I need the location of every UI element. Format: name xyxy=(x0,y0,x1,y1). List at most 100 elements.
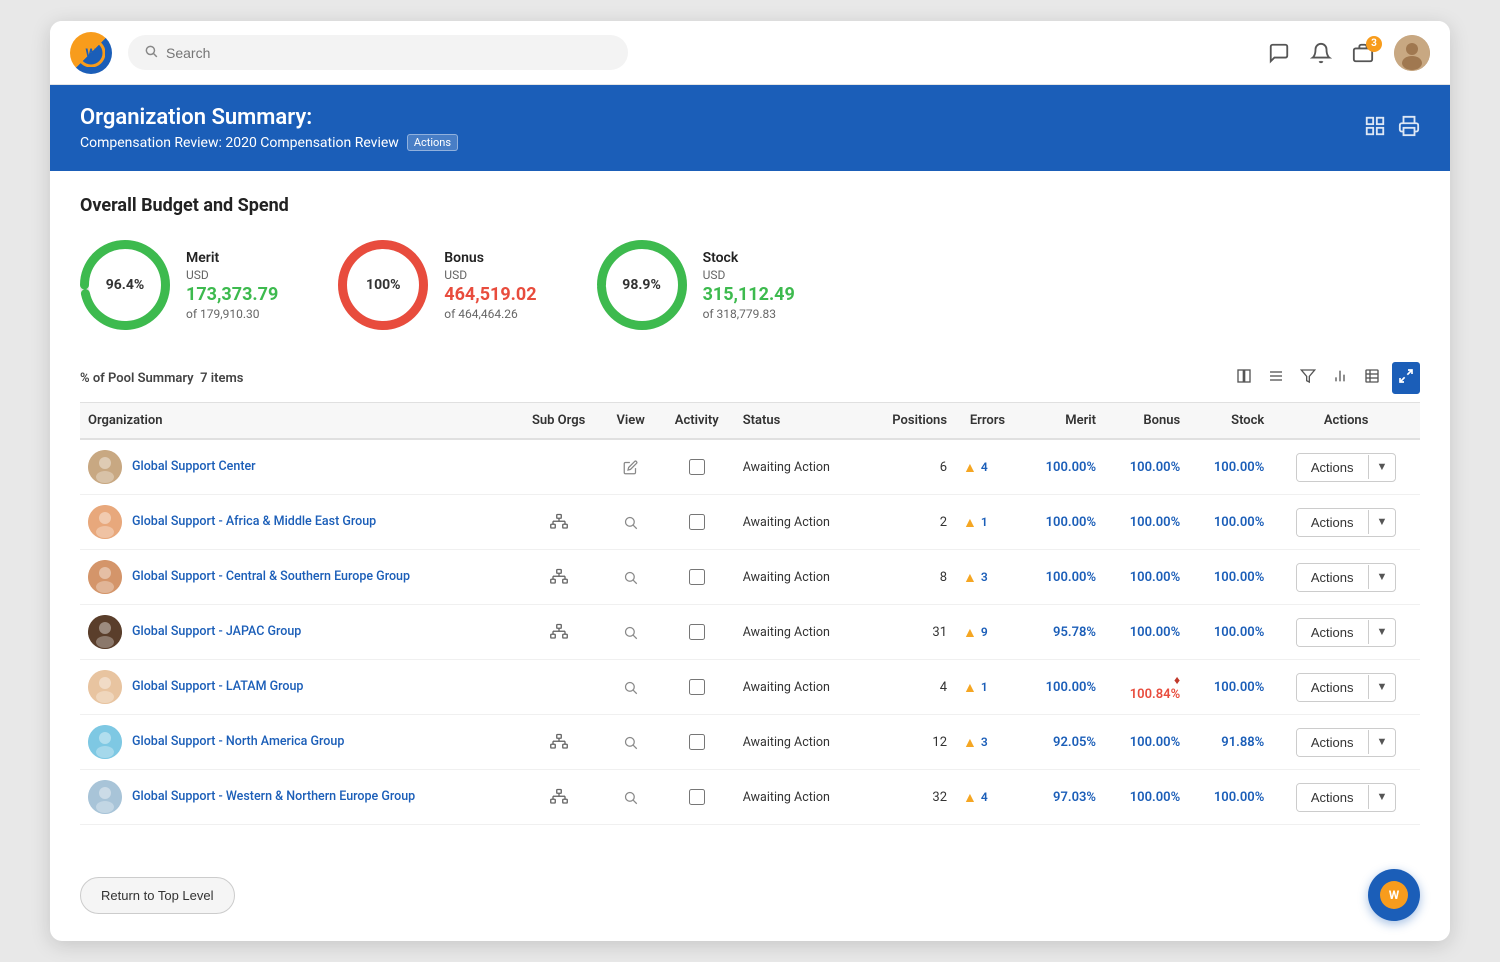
status-text: Awaiting Action xyxy=(743,515,830,530)
stock-value[interactable]: 100.00% xyxy=(1214,515,1264,530)
errors-cell: ▲ 3 xyxy=(955,715,1020,770)
search-input[interactable] xyxy=(166,45,612,61)
actions-main-button[interactable]: Actions xyxy=(1297,729,1368,756)
search-view-icon[interactable] xyxy=(611,570,651,585)
sub-orgs-icon[interactable] xyxy=(523,733,595,751)
error-count[interactable]: 4 xyxy=(981,790,988,804)
bonus-value[interactable]: 100.84% xyxy=(1130,687,1180,702)
error-count[interactable]: 1 xyxy=(981,515,988,529)
error-count[interactable]: 3 xyxy=(981,570,988,584)
actions-dropdown-button[interactable]: ▼ xyxy=(1368,565,1396,589)
budget-info-merit: Merit USD 173,373.79 of 179,910.30 xyxy=(186,250,278,321)
activity-cell xyxy=(659,770,735,825)
org-name-link[interactable]: Global Support Center xyxy=(132,459,256,475)
briefcase-icon-btn[interactable]: 3 xyxy=(1352,42,1374,64)
bell-icon-btn[interactable] xyxy=(1310,42,1332,64)
actions-dropdown-button[interactable]: ▼ xyxy=(1368,675,1396,699)
bonus-value[interactable]: 100.00% xyxy=(1130,790,1180,805)
header-actions-badge[interactable]: Actions xyxy=(407,134,458,151)
actions-main-button[interactable]: Actions xyxy=(1297,564,1368,591)
actions-main-button[interactable]: Actions xyxy=(1297,784,1368,811)
actions-button-group: Actions ▼ xyxy=(1296,618,1397,647)
merit-value[interactable]: 92.05% xyxy=(1053,735,1096,750)
stock-value[interactable]: 100.00% xyxy=(1214,570,1264,585)
actions-dropdown-button[interactable]: ▼ xyxy=(1368,785,1396,809)
table-icon-btn[interactable] xyxy=(1360,364,1384,392)
activity-checkbox[interactable] xyxy=(689,459,705,475)
search-bar[interactable] xyxy=(128,35,628,70)
return-to-top-level-button[interactable]: Return to Top Level xyxy=(80,877,235,914)
actions-dropdown-button[interactable]: ▼ xyxy=(1368,730,1396,754)
search-view-icon[interactable] xyxy=(611,680,651,695)
print-icon-btn[interactable] xyxy=(1398,115,1420,142)
errors-cell: ▲ 4 xyxy=(955,770,1020,825)
stock-value[interactable]: 100.00% xyxy=(1214,680,1264,695)
org-avatar xyxy=(88,560,122,594)
status-cell: Awaiting Action xyxy=(735,605,866,660)
stock-value[interactable]: 100.00% xyxy=(1214,625,1264,640)
actions-main-button[interactable]: Actions xyxy=(1297,619,1368,646)
activity-checkbox[interactable] xyxy=(689,624,705,640)
merit-value[interactable]: 100.00% xyxy=(1046,515,1096,530)
budget-of-amount-bonus: of 464,464.26 xyxy=(444,307,536,321)
actions-main-button[interactable]: Actions xyxy=(1297,509,1368,536)
split-view-icon-btn[interactable] xyxy=(1232,364,1256,392)
stock-value[interactable]: 91.88% xyxy=(1221,735,1264,750)
activity-checkbox[interactable] xyxy=(689,569,705,585)
stock-value[interactable]: 100.00% xyxy=(1214,460,1264,475)
search-view-icon[interactable] xyxy=(611,625,651,640)
actions-button-group: Actions ▼ xyxy=(1296,453,1397,482)
org-name-link[interactable]: Global Support - North America Group xyxy=(132,734,344,750)
sub-orgs-icon[interactable] xyxy=(523,623,595,641)
chart-icon-btn[interactable] xyxy=(1328,364,1352,392)
fab-workday-button[interactable]: W xyxy=(1368,869,1420,921)
sub-orgs-icon[interactable] xyxy=(523,788,595,806)
actions-main-button[interactable]: Actions xyxy=(1297,674,1368,701)
merit-value[interactable]: 95.78% xyxy=(1053,625,1096,640)
filter-icon-btn[interactable] xyxy=(1296,364,1320,392)
chat-icon-btn[interactable] xyxy=(1268,42,1290,64)
search-view-icon[interactable] xyxy=(611,515,651,530)
error-count[interactable]: 4 xyxy=(981,460,988,474)
user-avatar[interactable] xyxy=(1394,35,1430,71)
merit-value[interactable]: 100.00% xyxy=(1046,570,1096,585)
sub-orgs-icon[interactable] xyxy=(523,513,595,531)
org-name-link[interactable]: Global Support - Western & Northern Euro… xyxy=(132,789,415,805)
error-count[interactable]: 3 xyxy=(981,735,988,749)
search-view-icon[interactable] xyxy=(611,735,651,750)
org-name-link[interactable]: Global Support - LATAM Group xyxy=(132,679,303,695)
merit-value[interactable]: 100.00% xyxy=(1046,680,1096,695)
merit-value[interactable]: 100.00% xyxy=(1046,460,1096,475)
org-name-link[interactable]: Global Support - Central & Southern Euro… xyxy=(132,569,410,585)
error-count[interactable]: 1 xyxy=(981,680,988,694)
merit-value[interactable]: 97.03% xyxy=(1053,790,1096,805)
stock-value[interactable]: 100.00% xyxy=(1214,790,1264,805)
bonus-value[interactable]: 100.00% xyxy=(1130,515,1180,530)
list-view-icon-btn[interactable] xyxy=(1264,364,1288,392)
bonus-value[interactable]: 100.00% xyxy=(1130,625,1180,640)
page-subtitle: Compensation Review: 2020 Compensation R… xyxy=(80,134,458,151)
search-view-icon[interactable] xyxy=(611,790,651,805)
org-name-link[interactable]: Global Support - Africa & Middle East Gr… xyxy=(132,514,376,530)
org-name-link[interactable]: Global Support - JAPAC Group xyxy=(132,624,301,640)
activity-checkbox[interactable] xyxy=(689,734,705,750)
bonus-cell: 100.00% xyxy=(1104,495,1188,550)
activity-checkbox[interactable] xyxy=(689,514,705,530)
col-sub-orgs: Sub Orgs xyxy=(515,403,603,440)
actions-dropdown-button[interactable]: ▼ xyxy=(1368,620,1396,644)
sub-orgs-icon[interactable] xyxy=(523,568,595,586)
bonus-value[interactable]: 100.00% xyxy=(1130,570,1180,585)
actions-main-button[interactable]: Actions xyxy=(1297,454,1368,481)
bonus-value[interactable]: 100.00% xyxy=(1130,460,1180,475)
activity-checkbox[interactable] xyxy=(689,789,705,805)
expand-icon-btn[interactable] xyxy=(1392,362,1420,394)
bonus-over-icon: ♦ xyxy=(1174,673,1180,687)
error-count[interactable]: 9 xyxy=(981,625,988,639)
workday-logo[interactable]: W xyxy=(70,32,112,74)
pencil-icon[interactable] xyxy=(611,460,651,475)
actions-dropdown-button[interactable]: ▼ xyxy=(1368,455,1396,479)
grid-icon-btn[interactable] xyxy=(1364,115,1386,142)
actions-dropdown-button[interactable]: ▼ xyxy=(1368,510,1396,534)
bonus-value[interactable]: 100.00% xyxy=(1130,735,1180,750)
activity-checkbox[interactable] xyxy=(689,679,705,695)
